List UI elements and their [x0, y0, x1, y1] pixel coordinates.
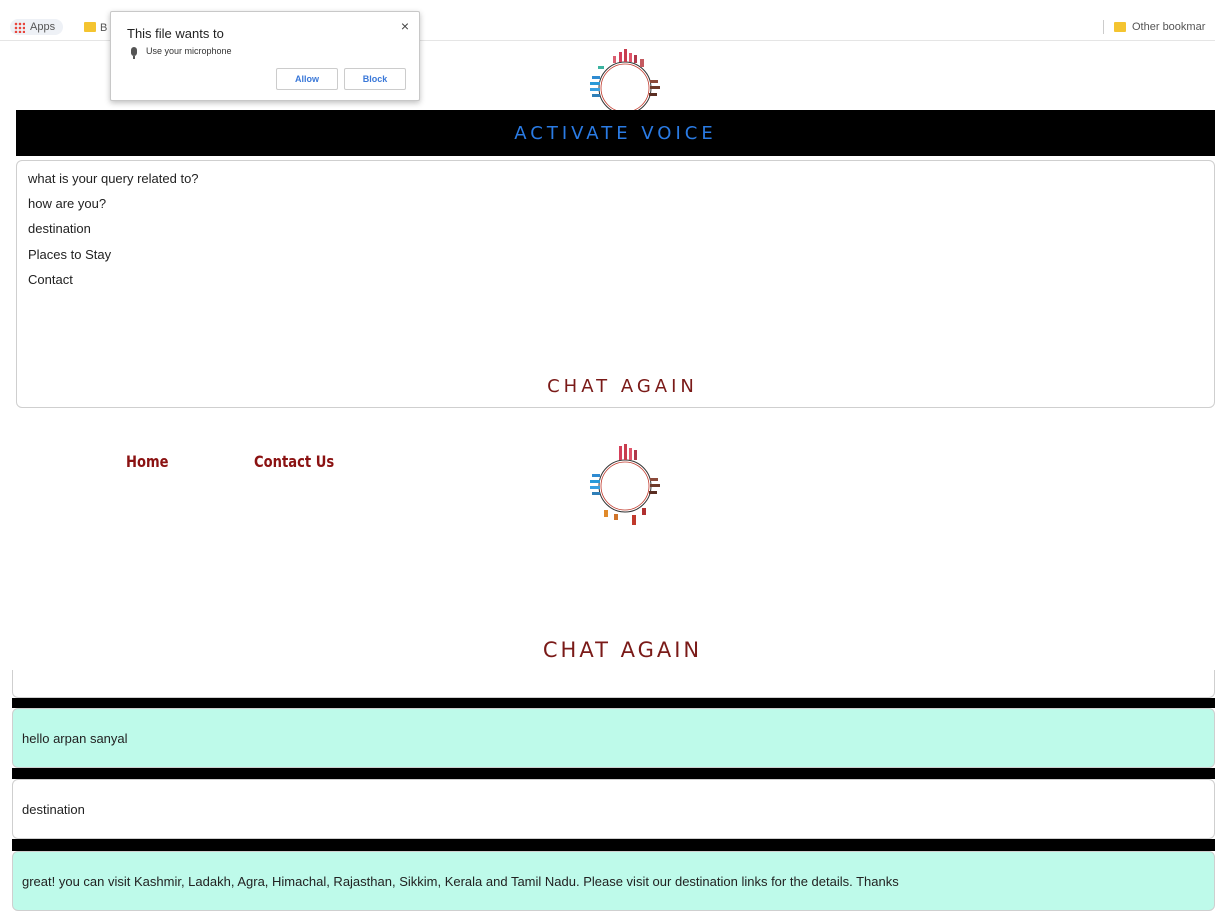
site-logo	[590, 444, 660, 525]
user-message: destination	[12, 779, 1215, 839]
permission-request-text: Use your microphone	[146, 46, 232, 56]
permission-title: This file wants to	[127, 26, 224, 41]
other-bookmarks[interactable]: Other bookmar	[1114, 21, 1205, 33]
folder-icon	[1114, 22, 1126, 32]
message-separator	[12, 698, 1215, 708]
activate-voice-button[interactable]: ACTIVATE VOICE	[16, 110, 1215, 156]
microphone-icon	[131, 46, 137, 59]
bookmark-folder-label: B	[100, 22, 108, 34]
message-text: hello arpan sanyal	[22, 730, 128, 746]
message-separator	[12, 839, 1215, 851]
message-text: destination	[22, 801, 85, 817]
apps-label: Apps	[30, 21, 56, 33]
option-contact[interactable]: Contact	[28, 272, 73, 287]
nav-contact-us[interactable]: Contact Us	[254, 452, 334, 471]
chat-options-panel	[16, 160, 1215, 408]
permission-request: Use your microphone	[131, 46, 232, 59]
message-text: great! you can visit Kashmir, Ladakh, Ag…	[22, 873, 899, 889]
option-query-related[interactable]: what is your query related to?	[28, 171, 199, 186]
allow-button[interactable]: Allow	[276, 68, 338, 90]
other-bookmarks-label: Other bookmar	[1132, 21, 1206, 33]
apps-grid-icon	[14, 21, 25, 33]
close-icon[interactable]: ×	[401, 18, 409, 34]
apps-bookmark[interactable]: Apps	[10, 19, 64, 35]
chat-again-button[interactable]: CHAT AGAIN	[0, 376, 1215, 397]
bookmark-folder[interactable]: B	[84, 22, 107, 34]
nav-home[interactable]: Home	[126, 452, 169, 471]
bookmarks-divider	[1103, 20, 1104, 34]
folder-icon	[84, 22, 96, 32]
bot-message: great! you can visit Kashmir, Ladakh, Ag…	[12, 851, 1215, 911]
chat-again-button[interactable]: CHAT AGAIN	[0, 638, 1215, 662]
activate-voice-label: ACTIVATE VOICE	[514, 122, 717, 144]
chat-panel-frame	[12, 670, 1215, 698]
permission-popup: This file wants to × Use your microphone…	[110, 11, 420, 101]
skyline-ring	[590, 444, 660, 525]
bot-message: hello arpan sanyal	[12, 708, 1215, 768]
block-button[interactable]: Block	[344, 68, 406, 90]
message-separator	[12, 768, 1215, 779]
option-how-are-you[interactable]: how are you?	[28, 196, 106, 211]
option-destination[interactable]: destination	[28, 221, 91, 236]
option-places-to-stay[interactable]: Places to Stay	[28, 247, 111, 262]
